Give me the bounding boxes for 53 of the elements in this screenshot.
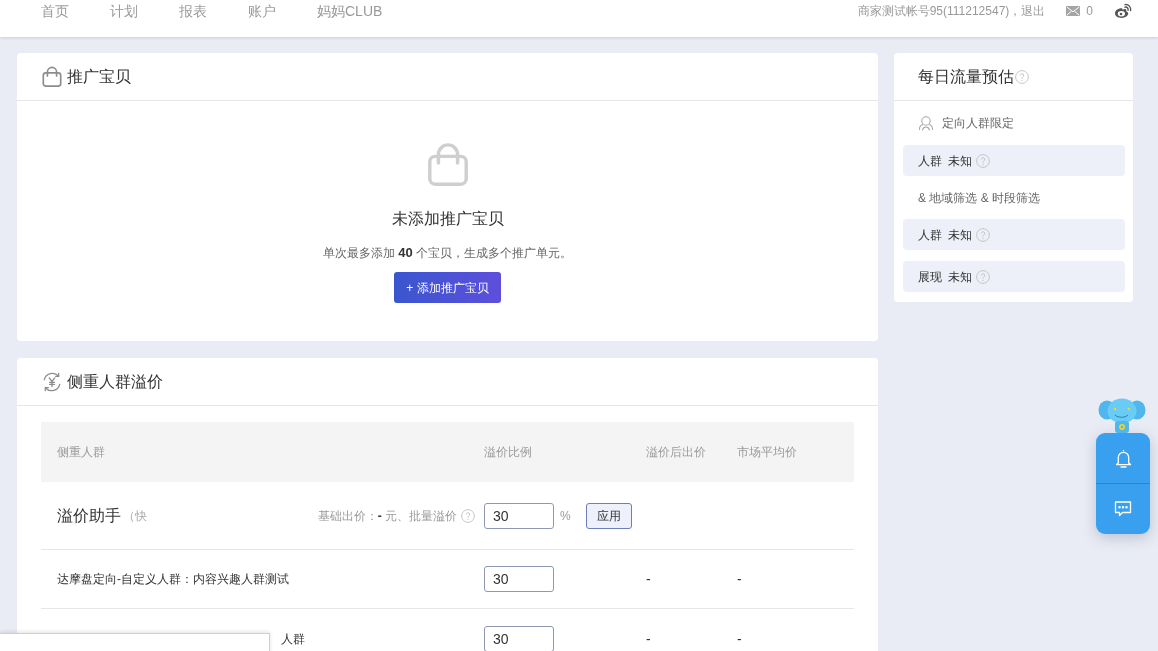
- assistant-title: 溢价助手: [57, 505, 121, 526]
- table-cell: -: [737, 571, 742, 587]
- bag-icon: [41, 65, 63, 88]
- help-icon[interactable]: [976, 153, 990, 168]
- card-title: 侧重人群溢价: [67, 371, 163, 392]
- nav-link[interactable]: 妈妈CLUB: [317, 0, 383, 22]
- card-title: 推广宝贝: [67, 66, 131, 87]
- estimate-value: 未知: [948, 226, 972, 244]
- table-cell: -: [737, 631, 742, 647]
- add-item-button[interactable]: + 添加推广宝贝: [394, 272, 501, 303]
- ratio-input[interactable]: 30: [484, 626, 554, 651]
- account-name: 商家测试帐号95(111212547)，: [857, 3, 1022, 20]
- percent-unit: %: [560, 507, 571, 525]
- table-cell: -: [646, 571, 651, 587]
- estimate-label: 人群: [918, 226, 942, 244]
- mail-icon[interactable]: [1066, 6, 1081, 16]
- estimate-label: 展现: [918, 268, 942, 286]
- assistant-note: （快: [123, 507, 147, 525]
- message-count: 0: [1086, 3, 1093, 20]
- table-cell-text: 人群: [281, 631, 305, 648]
- section-label: 定向人群限定: [942, 115, 1014, 132]
- card-title: 每日流量预估: [918, 66, 1014, 87]
- apply-button[interactable]: 应用: [585, 502, 632, 529]
- nav-link[interactable]: 计划: [110, 0, 138, 22]
- nav-link[interactable]: 报表: [179, 0, 207, 22]
- table-cell-text: 达摩盘定向-自定义人群：内容兴趣人群测试: [57, 571, 289, 588]
- help-icon[interactable]: [976, 269, 990, 284]
- social-logo-icon[interactable]: [1114, 3, 1132, 19]
- bell-icon[interactable]: [1114, 448, 1132, 468]
- ratio-input[interactable]: 30: [484, 502, 554, 529]
- column-header: 侧重人群: [57, 445, 105, 459]
- help-icon[interactable]: [461, 508, 475, 523]
- empty-state-hint: 单次最多添加 40 个宝贝，生成多个推广单元。: [322, 244, 573, 262]
- estimate-value: 未知: [948, 268, 972, 286]
- nav-link[interactable]: 首页: [41, 0, 69, 22]
- chat-icon[interactable]: [1114, 499, 1132, 518]
- logout-link[interactable]: 退出: [1021, 0, 1046, 22]
- table-cell: -: [646, 631, 651, 647]
- yen-cycle-icon: [41, 370, 63, 393]
- estimate-label: 人群: [918, 152, 942, 170]
- column-header: 溢价后出价: [646, 445, 706, 459]
- nav-link[interactable]: 账户: [248, 0, 276, 22]
- help-icon[interactable]: [976, 227, 990, 242]
- ratio-input[interactable]: 30: [484, 566, 554, 592]
- elephant-icon: [1098, 397, 1146, 433]
- column-header: 溢价比例: [484, 445, 532, 459]
- help-icon[interactable]: [1015, 69, 1029, 84]
- estimate-value: 未知: [948, 152, 972, 170]
- empty-state-title: 未添加推广宝贝: [391, 209, 504, 229]
- bid-info-text: 基础出价：- 元、批量溢价: [317, 507, 457, 525]
- column-header: 市场平均价: [737, 445, 797, 459]
- filter-note: & 地域筛选 & 时段筛选: [918, 189, 1040, 207]
- people-icon: [918, 115, 934, 131]
